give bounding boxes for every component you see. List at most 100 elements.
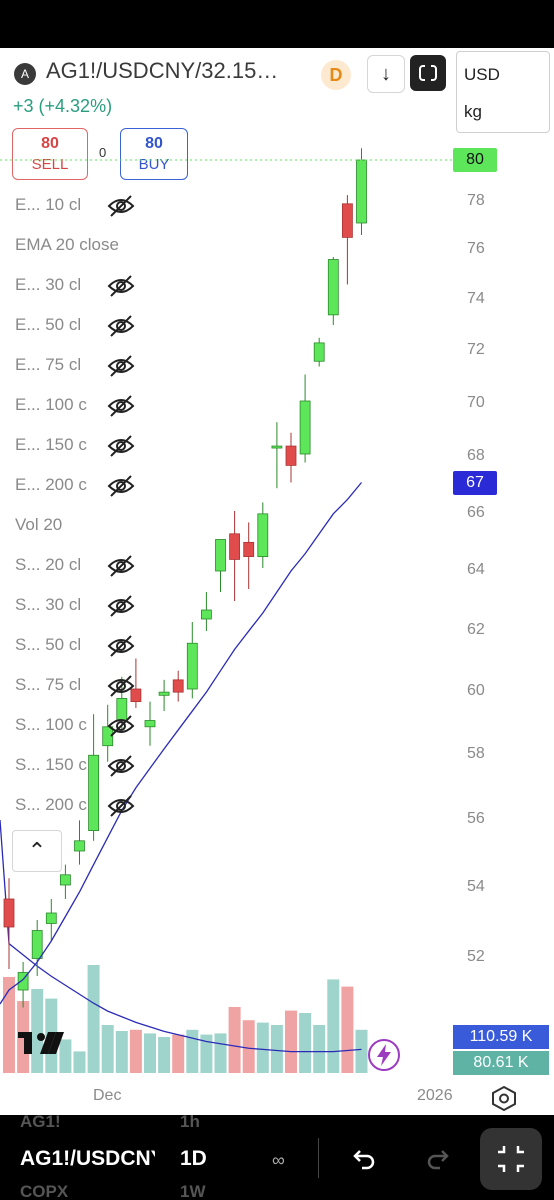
candle-body [60,874,71,886]
volume-bar [172,1034,185,1073]
symbol-title[interactable]: AG1!/USDCNY/32.15… [46,58,278,84]
tradingview-logo [18,1032,64,1054]
x-axis-label-2026: 2026 [417,1087,453,1104]
volume-bar [129,1029,142,1073]
volume-bar [285,1010,297,1073]
volume-bar [355,1029,368,1073]
indicator-label[interactable]: E... 200 c [15,475,103,495]
lightning-icon[interactable] [367,1038,401,1072]
toolbar-divider [318,1138,319,1178]
exchange-badge: A [14,63,36,85]
eye-off-icon[interactable] [106,713,136,739]
volume-bar [87,965,100,1073]
y-axis-tick: 66 [467,504,485,521]
candle-body [172,679,184,693]
candle-body [285,445,297,466]
candle-body [144,720,156,728]
volume-bar [214,1033,227,1073]
candle-body [74,840,85,852]
indicator-label[interactable]: Vol 20 [15,515,62,535]
eye-off-icon[interactable] [106,313,136,339]
y-axis-tick: 64 [467,561,485,578]
unit-currency[interactable]: USD [464,65,500,85]
y-axis-tick: 62 [467,621,485,638]
interval-selector[interactable]: 1D [180,1147,207,1171]
volume-bar [228,1007,241,1073]
eye-off-icon[interactable] [106,193,136,219]
symbol-selector[interactable]: AG1!/USDCNY [20,1147,155,1171]
volume-tag: 110.59 K [453,1025,549,1049]
candle-body [200,609,212,620]
eye-off-icon[interactable] [106,473,136,499]
eye-off-icon[interactable] [106,393,136,419]
volume-bar [73,1051,86,1073]
y-axis-tick: 60 [467,682,485,699]
volume-bar [299,1013,312,1073]
y-axis-tick: 52 [467,948,485,965]
data-delay-badge[interactable]: D [321,60,351,90]
indicator-label[interactable]: S... 20 cl [15,555,103,575]
settings-hex-icon[interactable] [490,1085,518,1111]
ema-price-tag: 67 [453,470,497,495]
y-axis-tick: 74 [467,290,485,307]
candle-body [327,259,339,316]
indicator-label[interactable]: E... 100 c [15,395,103,415]
status-bar [0,0,554,48]
arrow-down-icon[interactable]: ↓ [367,55,405,93]
candle-body [3,898,15,928]
eye-off-icon[interactable] [106,633,136,659]
chart-type-icon[interactable]: ∞ [272,1150,285,1171]
volume-bar [270,1025,283,1073]
volume-bar [186,1029,199,1073]
candle-body [243,541,255,558]
candle-body [356,159,367,224]
indicator-label[interactable]: S... 50 cl [15,635,103,655]
collapse-arrows-icon [498,1146,524,1172]
eye-off-icon[interactable] [106,273,136,299]
candle-body [229,533,241,560]
indicator-label[interactable]: S... 100 c [15,715,103,735]
exit-fullscreen-button[interactable] [480,1128,542,1190]
eye-off-icon[interactable] [106,433,136,459]
indicator-label[interactable]: E... 150 c [15,435,103,455]
faded-symbol-top: AG1! [20,1112,61,1131]
indicator-label[interactable]: S... 75 cl [15,675,103,695]
candle-body [257,513,269,558]
candle-body [341,203,353,238]
y-axis-tick: 72 [467,341,485,358]
eye-off-icon[interactable] [106,593,136,619]
y-axis-tick: 56 [467,810,485,827]
indicator-label[interactable]: EMA 20 close [15,235,119,255]
unit-weight[interactable]: kg [464,102,482,122]
indicator-label[interactable]: E... 10 cl [15,195,103,215]
collapse-legend-button[interactable]: ⌃ [12,830,62,872]
indicator-label[interactable]: E... 30 cl [15,275,103,295]
candle-body [313,342,325,362]
unit-selector[interactable]: USD kg [456,51,550,133]
y-axis-tick: 58 [467,745,485,762]
candle-body [45,912,57,924]
indicator-label[interactable]: S... 150 c [15,755,103,775]
redo-icon[interactable] [424,1144,454,1174]
indicator-label[interactable]: S... 200 c [15,795,103,815]
volume-bar [158,1037,171,1073]
eye-off-icon[interactable] [106,353,136,379]
eye-off-icon[interactable] [106,553,136,579]
indicator-label[interactable]: S... 30 cl [15,595,103,615]
faded-interval-bottom: 1W [180,1182,206,1200]
last-price-tag: 80 [453,148,497,172]
candle-body [31,930,43,959]
eye-off-icon[interactable] [106,753,136,779]
volume-bar [242,1020,255,1073]
candle-body [158,691,170,696]
fullscreen-toggle-button[interactable] [410,55,446,91]
faded-interval-top: 1h [180,1112,200,1131]
candle-body [215,539,226,572]
indicator-label[interactable]: E... 50 cl [15,315,103,335]
fullscreen-icon [419,64,437,82]
undo-icon[interactable] [348,1144,378,1174]
volume-bar [3,977,15,1073]
eye-off-icon[interactable] [106,793,136,819]
eye-off-icon[interactable] [106,673,136,699]
indicator-label[interactable]: E... 75 cl [15,355,103,375]
